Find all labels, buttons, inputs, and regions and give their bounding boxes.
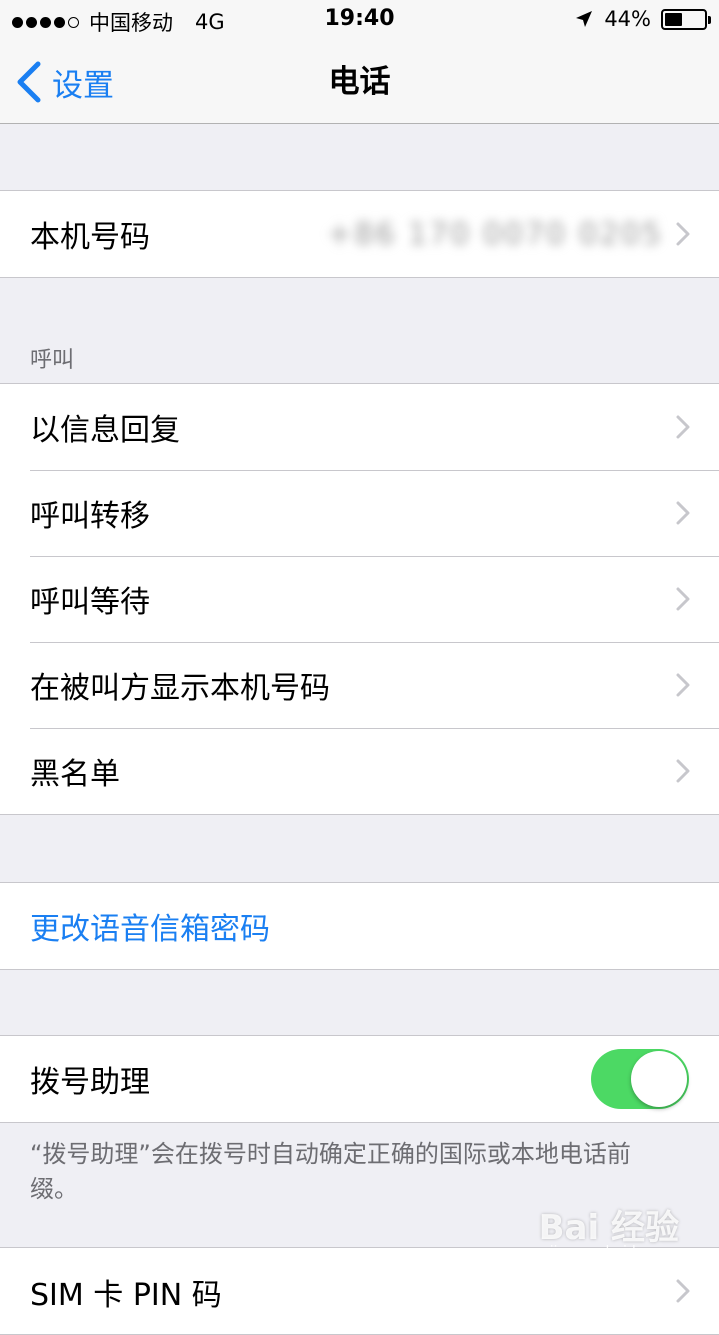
cell-label: 在被叫方显示本机号码 [30,671,330,706]
cell-label: 以信息回复 [30,413,180,448]
voicemail-group: 更改语音信箱密码 [0,882,719,970]
battery-fill [665,12,682,26]
my-number-group: 本机号码 +86 170 0070 0205 [0,190,719,278]
dial-assist-label: 拨号助理 [30,1065,150,1100]
cell-label: 呼叫转移 [30,499,150,534]
chevron-right-icon [676,415,690,439]
sim-pin-cell[interactable]: SIM 卡 PIN 码 [0,1248,719,1334]
dial-assist-group: 拨号助理 [0,1035,719,1123]
dial-assist-toggle[interactable] [591,1049,689,1109]
blocked-list-cell[interactable]: 黑名单 [0,728,719,814]
dial-assist-cell: 拨号助理 [0,1036,719,1122]
call-forwarding-cell[interactable]: 呼叫转移 [0,470,719,556]
dial-assist-footer: “拨号助理”会在拨号时自动确定正确的国际或本地电话前缀。 [30,1140,631,1203]
chevron-right-icon [676,673,690,697]
page-title: 电话 [328,64,391,100]
location-arrow-icon [576,11,593,27]
voicemail-label: 更改语音信箱密码 [30,912,270,947]
battery-percent: 44% [604,7,651,31]
sim-pin-group: SIM 卡 PIN 码 [0,1247,719,1335]
reply-with-message-cell[interactable]: 以信息回复 [0,384,719,470]
call-waiting-cell[interactable]: 呼叫等待 [0,556,719,642]
my-number-label: 本机号码 [30,220,150,255]
toggle-knob [631,1051,687,1107]
my-number-cell[interactable]: 本机号码 +86 170 0070 0205 [0,191,719,277]
chevron-right-icon [676,1279,690,1303]
chevron-right-icon [676,501,690,525]
watermark-url: jingyan.baidu.com [549,1244,679,1260]
chevron-right-icon [676,222,690,246]
sim-pin-label: SIM 卡 PIN 码 [30,1278,222,1313]
my-number-value: +86 170 0070 0205 [327,217,663,252]
status-bar: 中国移动 4G 19:40 44% [0,0,719,40]
show-caller-id-cell[interactable]: 在被叫方显示本机号码 [0,642,719,728]
status-right: 44% [574,7,711,31]
calls-section-header: 呼叫 [30,348,75,373]
battery-icon [661,8,711,30]
navigation-bar: 设置 电话 [0,40,719,124]
change-voicemail-password-button[interactable]: 更改语音信箱密码 [0,883,719,969]
cell-label: 呼叫等待 [30,585,150,620]
calls-group: 以信息回复 呼叫转移 呼叫等待 在被叫方显示本机号码 黑名单 [0,383,719,815]
watermark-logo: Bai 经验 [538,1208,679,1248]
chevron-right-icon [676,587,690,611]
chevron-right-icon [676,759,690,783]
cell-label: 黑名单 [30,757,120,792]
